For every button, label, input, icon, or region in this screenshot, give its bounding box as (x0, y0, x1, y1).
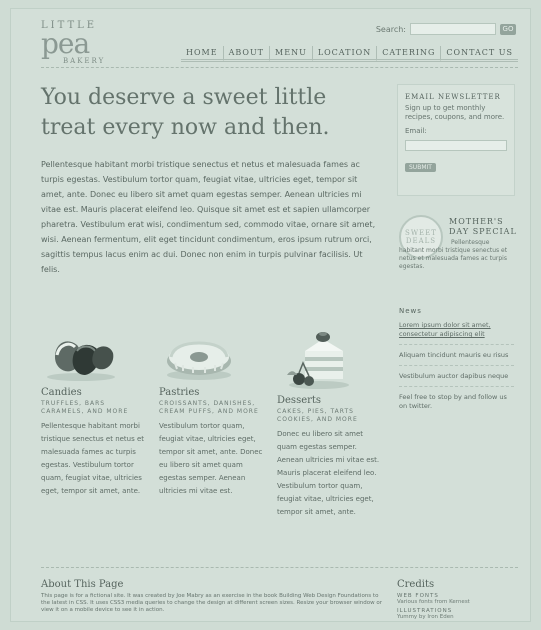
badge-line-1: SWEET (405, 229, 437, 237)
product-title: Candies (41, 387, 82, 398)
candies-image (47, 341, 115, 381)
pastries-image (167, 341, 231, 380)
main-nav: HOME ABOUT MENU LOCATION CATERING CONTAC… (181, 46, 518, 62)
logo-line-2: pea (41, 27, 90, 60)
logo[interactable]: LITTLE pea BAKERY (41, 21, 111, 66)
web-fonts-value[interactable]: Various fonts from Kernest (397, 599, 517, 605)
news-link[interactable]: Lorem ipsum dolor sit amet, consectetur … (399, 321, 491, 338)
illustrations-value[interactable]: Yummy by Iron Eden (397, 614, 517, 620)
news-item[interactable]: Aliquam tincidunt mauris eu risus (399, 351, 514, 366)
news-title: News (399, 307, 422, 315)
footer-divider (41, 567, 518, 568)
logo-line-3: BAKERY (63, 57, 106, 65)
nav-item-about[interactable]: ABOUT (222, 46, 270, 62)
about-title: About This Page (41, 579, 124, 590)
page-frame: LITTLE pea BAKERY Search: GO HOME ABOUT … (10, 8, 531, 622)
nav-item-menu[interactable]: MENU (269, 46, 312, 62)
search-input[interactable] (410, 23, 496, 35)
news-item: Feel free to stop by and follow us on tw… (399, 393, 514, 416)
product-title: Desserts (277, 395, 322, 406)
header-divider (41, 67, 518, 68)
search-bar: Search: GO (376, 23, 516, 35)
email-label: Email: (405, 127, 427, 135)
news-link[interactable]: Vestibulum auctor dapibus neque (399, 372, 508, 380)
nav-item-catering[interactable]: CATERING (376, 46, 441, 62)
product-grid: Candies TRUFFLES, BARS CARAMELS, AND MOR… (41, 327, 391, 542)
product-description: Vestibulum tortor quam, feugiat vitae, u… (159, 422, 263, 495)
newsletter-description: Sign up to get monthly recipes, coupons,… (405, 104, 505, 121)
credits-title: Credits (397, 579, 435, 590)
newsletter-submit-button[interactable]: SUBMIT (405, 163, 436, 172)
newsletter-box: EMAIL NEWSLETTER Sign up to get monthly … (397, 84, 515, 196)
product-subtitle: CROISSANTS, DANISHES, CREAM PUFFS, AND M… (159, 400, 259, 415)
credits-section: Credits WEB FONTS Various fonts from Ker… (397, 579, 517, 620)
product-subtitle: CAKES, PIES, TARTS COOKIES, AND MORE (277, 408, 358, 423)
search-button[interactable]: GO (500, 23, 516, 35)
page-headline: You deserve a sweet little treat every n… (41, 85, 330, 140)
news-link[interactable]: Aliquam tincidunt mauris eu risus (399, 351, 508, 359)
news-section: News Lorem ipsum dolor sit amet, consect… (399, 307, 514, 416)
product-candies: Candies TRUFFLES, BARS CARAMELS, AND MOR… (41, 327, 149, 498)
special-title: MOTHER'S DAY SPECIAL (449, 217, 517, 236)
product-pastries: Pastries CROISSANTS, DANISHES, CREAM PUF… (159, 327, 267, 498)
news-text: Feel free to stop by and follow us on tw… (399, 393, 507, 410)
about-text: This page is for a fictional site. It wa… (41, 593, 382, 613)
product-title: Pastries (159, 387, 200, 398)
nav-item-contact-us[interactable]: CONTACT US (440, 46, 518, 62)
product-desserts: Desserts CAKES, PIES, TARTS COOKIES, AND… (277, 327, 385, 519)
nav-item-home[interactable]: HOME (181, 46, 223, 62)
about-section: About This Page This page is for a ficti… (41, 579, 386, 614)
intro-paragraph: Pellentesque habitant morbi tristique se… (41, 160, 376, 274)
product-subtitle: TRUFFLES, BARS CARAMELS, AND MORE (41, 400, 129, 415)
product-description: Donec eu libero sit amet quam egestas se… (277, 430, 380, 516)
newsletter-title: EMAIL NEWSLETTER (405, 93, 501, 101)
email-field[interactable] (405, 140, 507, 151)
search-label: Search: (375, 24, 406, 34)
news-item[interactable]: Lorem ipsum dolor sit amet, consectetur … (399, 321, 514, 345)
special-description: Pellentesque habitant morbi tristique se… (399, 239, 508, 270)
nav-item-location[interactable]: LOCATION (311, 46, 377, 62)
product-description: Pellentesque habitant morbi tristique se… (41, 422, 145, 495)
news-item[interactable]: Vestibulum auctor dapibus neque (399, 372, 514, 387)
desserts-image (287, 332, 349, 389)
